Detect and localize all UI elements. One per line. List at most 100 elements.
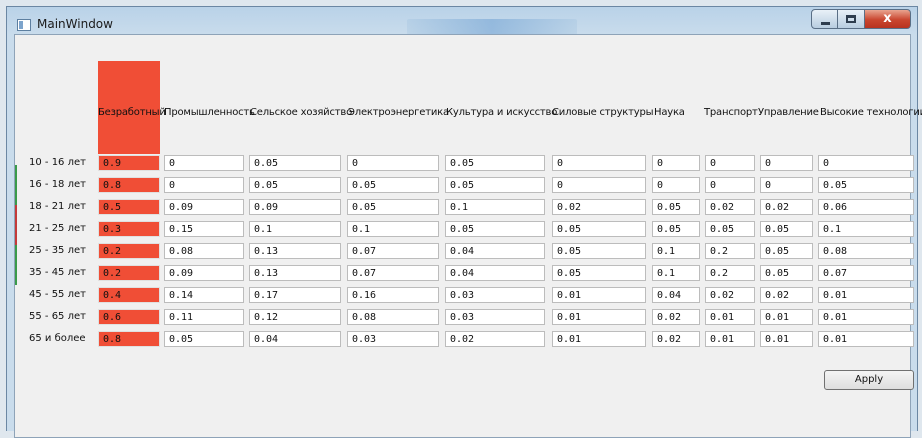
value-input-cell[interactable]: 0.05 xyxy=(347,199,439,215)
value-input-cell[interactable]: 0.05 xyxy=(818,177,914,193)
value-input-cell[interactable]: 0.01 xyxy=(818,331,914,347)
value-input-cell[interactable]: 0.01 xyxy=(705,309,755,325)
value-input-cell[interactable]: 0.11 xyxy=(164,309,244,325)
column-header-4: Культура и искусство xyxy=(446,107,558,118)
value-input-cell[interactable]: 0.01 xyxy=(818,309,914,325)
unemployed-value-cell[interactable]: 0.3 xyxy=(98,221,160,237)
unemployed-value-cell[interactable]: 0.2 xyxy=(98,243,160,259)
value-input-cell[interactable]: 0.01 xyxy=(552,309,646,325)
value-input-cell[interactable]: 0.1 xyxy=(652,243,700,259)
value-input-cell[interactable]: 0.1 xyxy=(445,199,545,215)
value-input-cell[interactable]: 0.05 xyxy=(164,331,244,347)
close-button[interactable]: x xyxy=(865,9,911,29)
value-input-cell[interactable]: 0.03 xyxy=(347,331,439,347)
value-input-cell[interactable]: 0.05 xyxy=(445,155,545,171)
value-input-cell[interactable]: 0.01 xyxy=(760,331,813,347)
value-input-cell[interactable]: 0.07 xyxy=(347,243,439,259)
value-input-cell[interactable]: 0 xyxy=(760,155,813,171)
value-input-cell[interactable]: 0.04 xyxy=(652,287,700,303)
left-edge-marks xyxy=(15,165,17,285)
value-input-cell[interactable]: 0 xyxy=(652,155,700,171)
value-input-cell[interactable]: 0.05 xyxy=(347,177,439,193)
maximize-button[interactable] xyxy=(838,9,865,29)
value-input-cell[interactable]: 0.02 xyxy=(705,199,755,215)
value-input-cell[interactable]: 0.01 xyxy=(705,331,755,347)
unemployed-value-cell[interactable]: 0.2 xyxy=(98,265,160,281)
unemployed-value-cell[interactable]: 0.5 xyxy=(98,199,160,215)
value-input-cell[interactable]: 0.07 xyxy=(347,265,439,281)
value-input-cell[interactable]: 0.01 xyxy=(552,331,646,347)
value-input-cell[interactable]: 0.02 xyxy=(760,199,813,215)
value-input-cell[interactable]: 0.05 xyxy=(249,155,341,171)
value-input-cell[interactable]: 0.06 xyxy=(818,199,914,215)
value-input-cell[interactable]: 0 xyxy=(705,155,755,171)
client-area: Безработный Промышленность Сельское хозяйс… xyxy=(14,34,922,438)
value-input-cell[interactable]: 0.08 xyxy=(818,243,914,259)
value-input-cell[interactable]: 0 xyxy=(552,177,646,193)
value-input-cell[interactable]: 0.04 xyxy=(445,243,545,259)
value-input-cell[interactable]: 0.1 xyxy=(249,221,341,237)
value-input-cell[interactable]: 0.14 xyxy=(164,287,244,303)
value-input-cell[interactable]: 0.08 xyxy=(164,243,244,259)
value-input-cell[interactable]: 0.02 xyxy=(652,331,700,347)
value-input-cell[interactable]: 0.01 xyxy=(818,287,914,303)
value-input-cell[interactable]: 0 xyxy=(652,177,700,193)
value-input-cell[interactable]: 0.02 xyxy=(652,309,700,325)
value-input-cell[interactable]: 0.08 xyxy=(347,309,439,325)
value-input-cell[interactable]: 0.02 xyxy=(445,331,545,347)
value-input-cell[interactable]: 0.05 xyxy=(652,221,700,237)
value-input-cell[interactable]: 0.15 xyxy=(164,221,244,237)
value-input-cell[interactable]: 0.2 xyxy=(705,243,755,259)
value-input-cell[interactable]: 0 xyxy=(347,155,439,171)
value-input-cell[interactable]: 0.03 xyxy=(445,309,545,325)
unemployed-value-cell[interactable]: 0.8 xyxy=(98,177,160,193)
value-input-cell[interactable]: 0.13 xyxy=(249,265,341,281)
value-input-cell[interactable]: 0.05 xyxy=(249,177,341,193)
apply-button[interactable]: Apply xyxy=(824,370,914,390)
value-input-cell[interactable]: 0.05 xyxy=(552,243,646,259)
unemployed-value-cell[interactable]: 0.6 xyxy=(98,309,160,325)
value-input-cell[interactable]: 0.04 xyxy=(445,265,545,281)
value-input-cell[interactable]: 0.09 xyxy=(164,265,244,281)
value-input-cell[interactable]: 0 xyxy=(164,155,244,171)
value-input-cell[interactable]: 0.1 xyxy=(818,221,914,237)
value-input-cell[interactable]: 0.17 xyxy=(249,287,341,303)
value-input-cell[interactable]: 0.01 xyxy=(760,309,813,325)
value-input-cell[interactable]: 0.05 xyxy=(760,243,813,259)
value-input-cell[interactable]: 0.05 xyxy=(552,265,646,281)
value-input-cell[interactable]: 0.05 xyxy=(552,221,646,237)
row-label: 10 - 16 лет xyxy=(29,157,86,168)
value-input-cell[interactable]: 0.16 xyxy=(347,287,439,303)
value-input-cell[interactable]: 0.07 xyxy=(818,265,914,281)
unemployed-value-cell[interactable]: 0.4 xyxy=(98,287,160,303)
column-header-0: Безработный xyxy=(98,107,166,118)
value-input-cell[interactable]: 0.02 xyxy=(552,199,646,215)
value-input-cell[interactable]: 0 xyxy=(818,155,914,171)
value-input-cell[interactable]: 0.02 xyxy=(705,287,755,303)
unemployed-value-cell[interactable]: 0.8 xyxy=(98,331,160,347)
value-input-cell[interactable]: 0.05 xyxy=(445,221,545,237)
unemployed-value-cell[interactable]: 0.9 xyxy=(98,155,160,171)
value-input-cell[interactable]: 0.05 xyxy=(760,265,813,281)
value-input-cell[interactable]: 0.1 xyxy=(347,221,439,237)
value-input-cell[interactable]: 0.1 xyxy=(652,265,700,281)
value-input-cell[interactable]: 0.13 xyxy=(249,243,341,259)
minimize-button[interactable] xyxy=(811,9,838,29)
value-input-cell[interactable]: 0.05 xyxy=(445,177,545,193)
value-input-cell[interactable]: 0.09 xyxy=(249,199,341,215)
value-input-cell[interactable]: 0.04 xyxy=(249,331,341,347)
value-input-cell[interactable]: 0.05 xyxy=(705,221,755,237)
value-input-cell[interactable]: 0 xyxy=(552,155,646,171)
value-input-cell[interactable]: 0.05 xyxy=(760,221,813,237)
value-input-cell[interactable]: 0.01 xyxy=(552,287,646,303)
value-input-cell[interactable]: 0.03 xyxy=(445,287,545,303)
value-input-cell[interactable]: 0 xyxy=(760,177,813,193)
value-input-cell[interactable]: 0.05 xyxy=(652,199,700,215)
value-input-cell[interactable]: 0 xyxy=(164,177,244,193)
value-input-cell[interactable]: 0.09 xyxy=(164,199,244,215)
value-input-cell[interactable]: 0 xyxy=(705,177,755,193)
value-input-cell[interactable]: 0.2 xyxy=(705,265,755,281)
value-input-cell[interactable]: 0.02 xyxy=(760,287,813,303)
row-label: 55 - 65 лет xyxy=(29,311,86,322)
value-input-cell[interactable]: 0.12 xyxy=(249,309,341,325)
